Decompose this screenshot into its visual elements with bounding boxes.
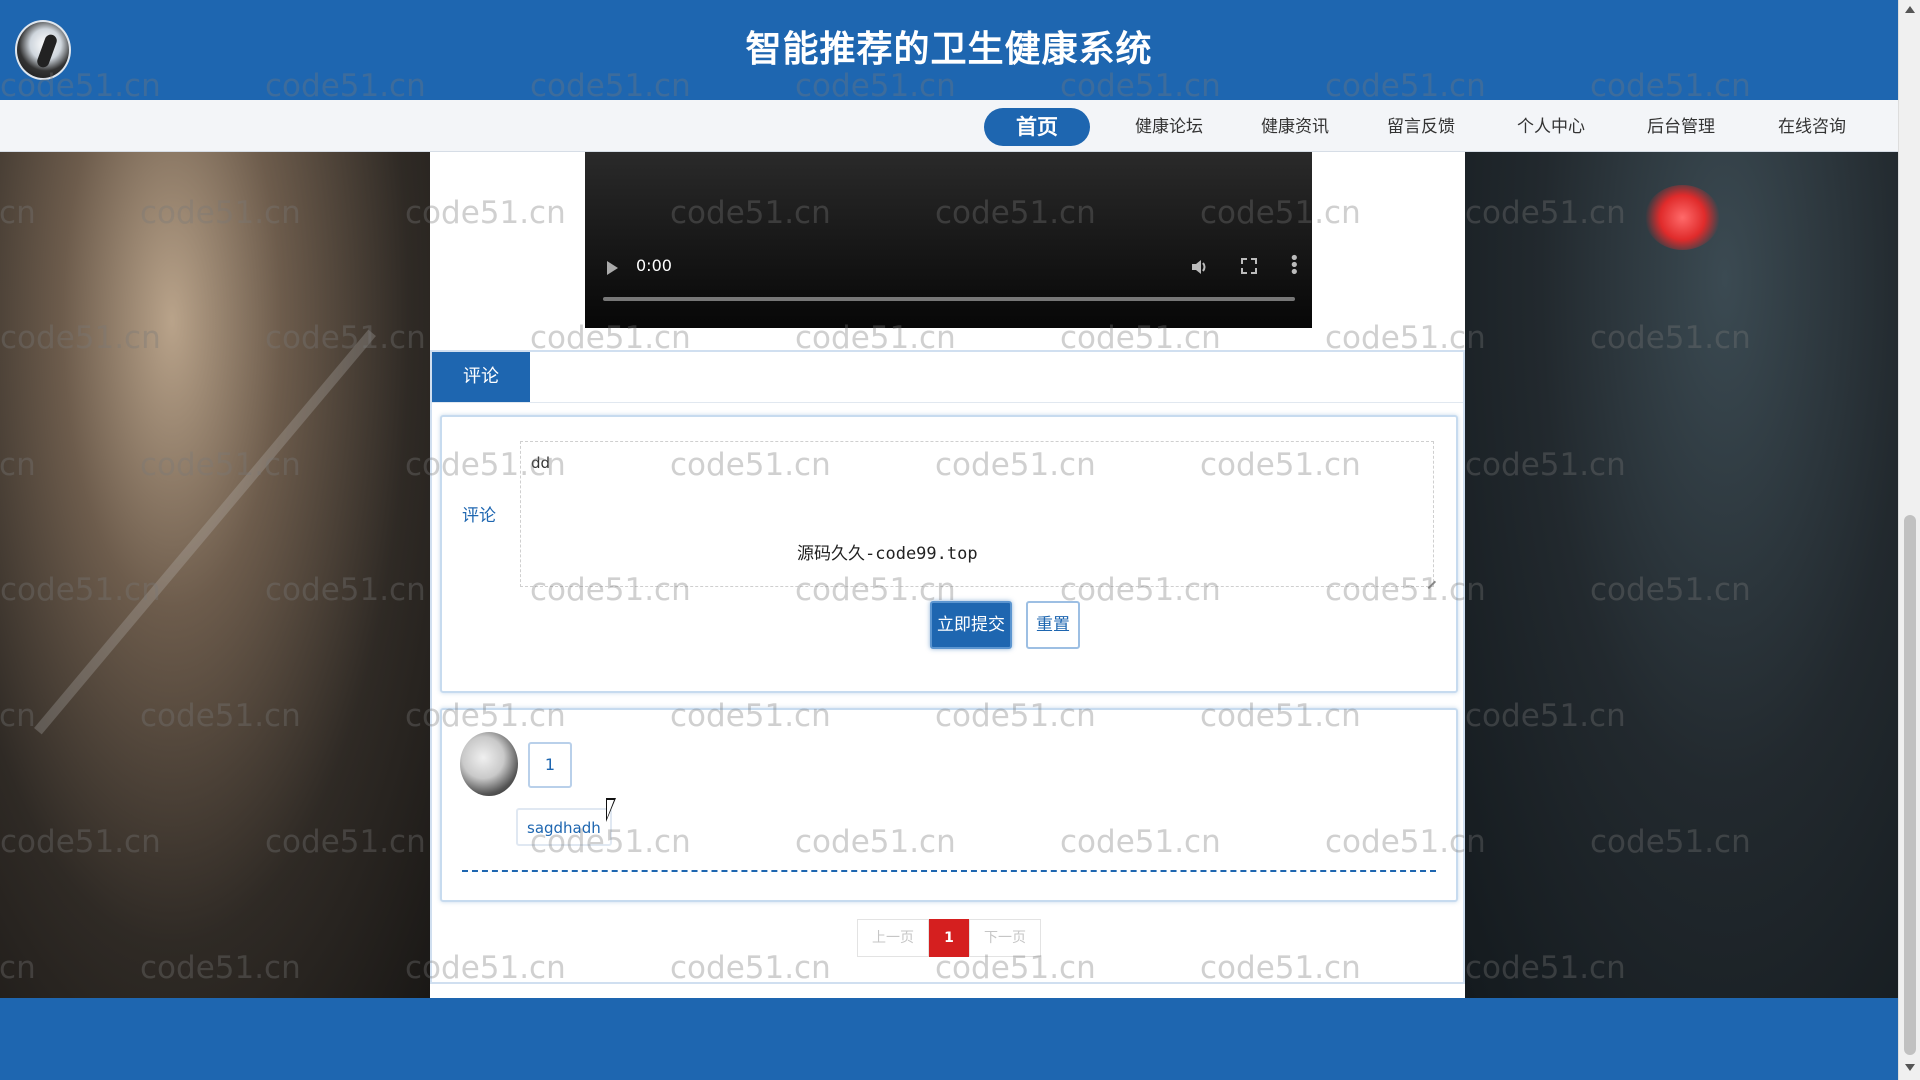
video-time: 0:00 (636, 256, 672, 275)
comment-section: 评论 评论 dd 源码久久-code99.top 立即提交 重置 1 sagdh… (430, 350, 1465, 984)
pagination: 上一页 1 下一页 (857, 919, 1041, 957)
mouse-cursor-icon (606, 798, 616, 822)
comment-textarea[interactable]: dd (520, 441, 1434, 587)
avatar (460, 732, 518, 796)
comment-list: 1 sagdhadh (440, 708, 1458, 902)
content-column: 0:00 • • • 评论 评论 dd 源码久久-code99.top 立即提交 重… (430, 152, 1465, 998)
site-header: 智能推荐的卫生健康系统 (0, 0, 1898, 100)
comment-label: 评论 (462, 506, 496, 526)
video-player[interactable]: 0:00 • • • (585, 152, 1312, 328)
scroll-thumb[interactable] (1904, 515, 1916, 1055)
site-title: 智能推荐的卫生健康系统 (745, 29, 1153, 70)
main-nav: 首页 健康论坛 健康资讯 留言反馈 个人中心 后台管理 在线咨询 (0, 100, 1898, 152)
background-image-right (1465, 152, 1898, 998)
scroll-up-icon[interactable] (1905, 6, 1915, 13)
next-page-button[interactable]: 下一页 (969, 919, 1041, 957)
fullscreen-icon[interactable] (1241, 258, 1257, 274)
submit-button[interactable]: 立即提交 (930, 601, 1012, 649)
reset-button[interactable]: 重置 (1026, 601, 1080, 649)
background-image-left (0, 152, 430, 998)
page-number-current[interactable]: 1 (929, 919, 969, 957)
page-scrollbar[interactable] (1898, 0, 1920, 1080)
comment-divider (462, 870, 1436, 872)
nav-item-news[interactable]: 健康资讯 (1248, 108, 1342, 146)
nav-item-forum[interactable]: 健康论坛 (1122, 108, 1216, 146)
more-options-icon[interactable]: • • • (1289, 250, 1300, 282)
tab-divider (432, 402, 1463, 403)
prev-page-button[interactable]: 上一页 (857, 919, 929, 957)
comment-username: sagdhadh (516, 808, 612, 846)
play-icon[interactable] (607, 261, 618, 275)
overlay-watermark-text: 源码久久-code99.top (797, 544, 978, 564)
nav-item-profile[interactable]: 个人中心 (1504, 108, 1598, 146)
scroll-down-icon[interactable] (1905, 1064, 1915, 1071)
tab-comments[interactable]: 评论 (432, 352, 530, 402)
comment-form: 评论 dd 源码久久-code99.top 立即提交 重置 (440, 415, 1458, 693)
nav-item-home[interactable]: 首页 (984, 108, 1090, 146)
site-footer (0, 998, 1898, 1080)
video-progress-bar[interactable] (603, 297, 1295, 301)
comment-content: 1 (528, 742, 572, 788)
nav-item-admin[interactable]: 后台管理 (1634, 108, 1728, 146)
volume-icon[interactable] (1190, 258, 1208, 276)
nav-item-consult[interactable]: 在线咨询 (1765, 108, 1859, 146)
nav-item-feedback[interactable]: 留言反馈 (1374, 108, 1468, 146)
background-light (1645, 185, 1720, 250)
